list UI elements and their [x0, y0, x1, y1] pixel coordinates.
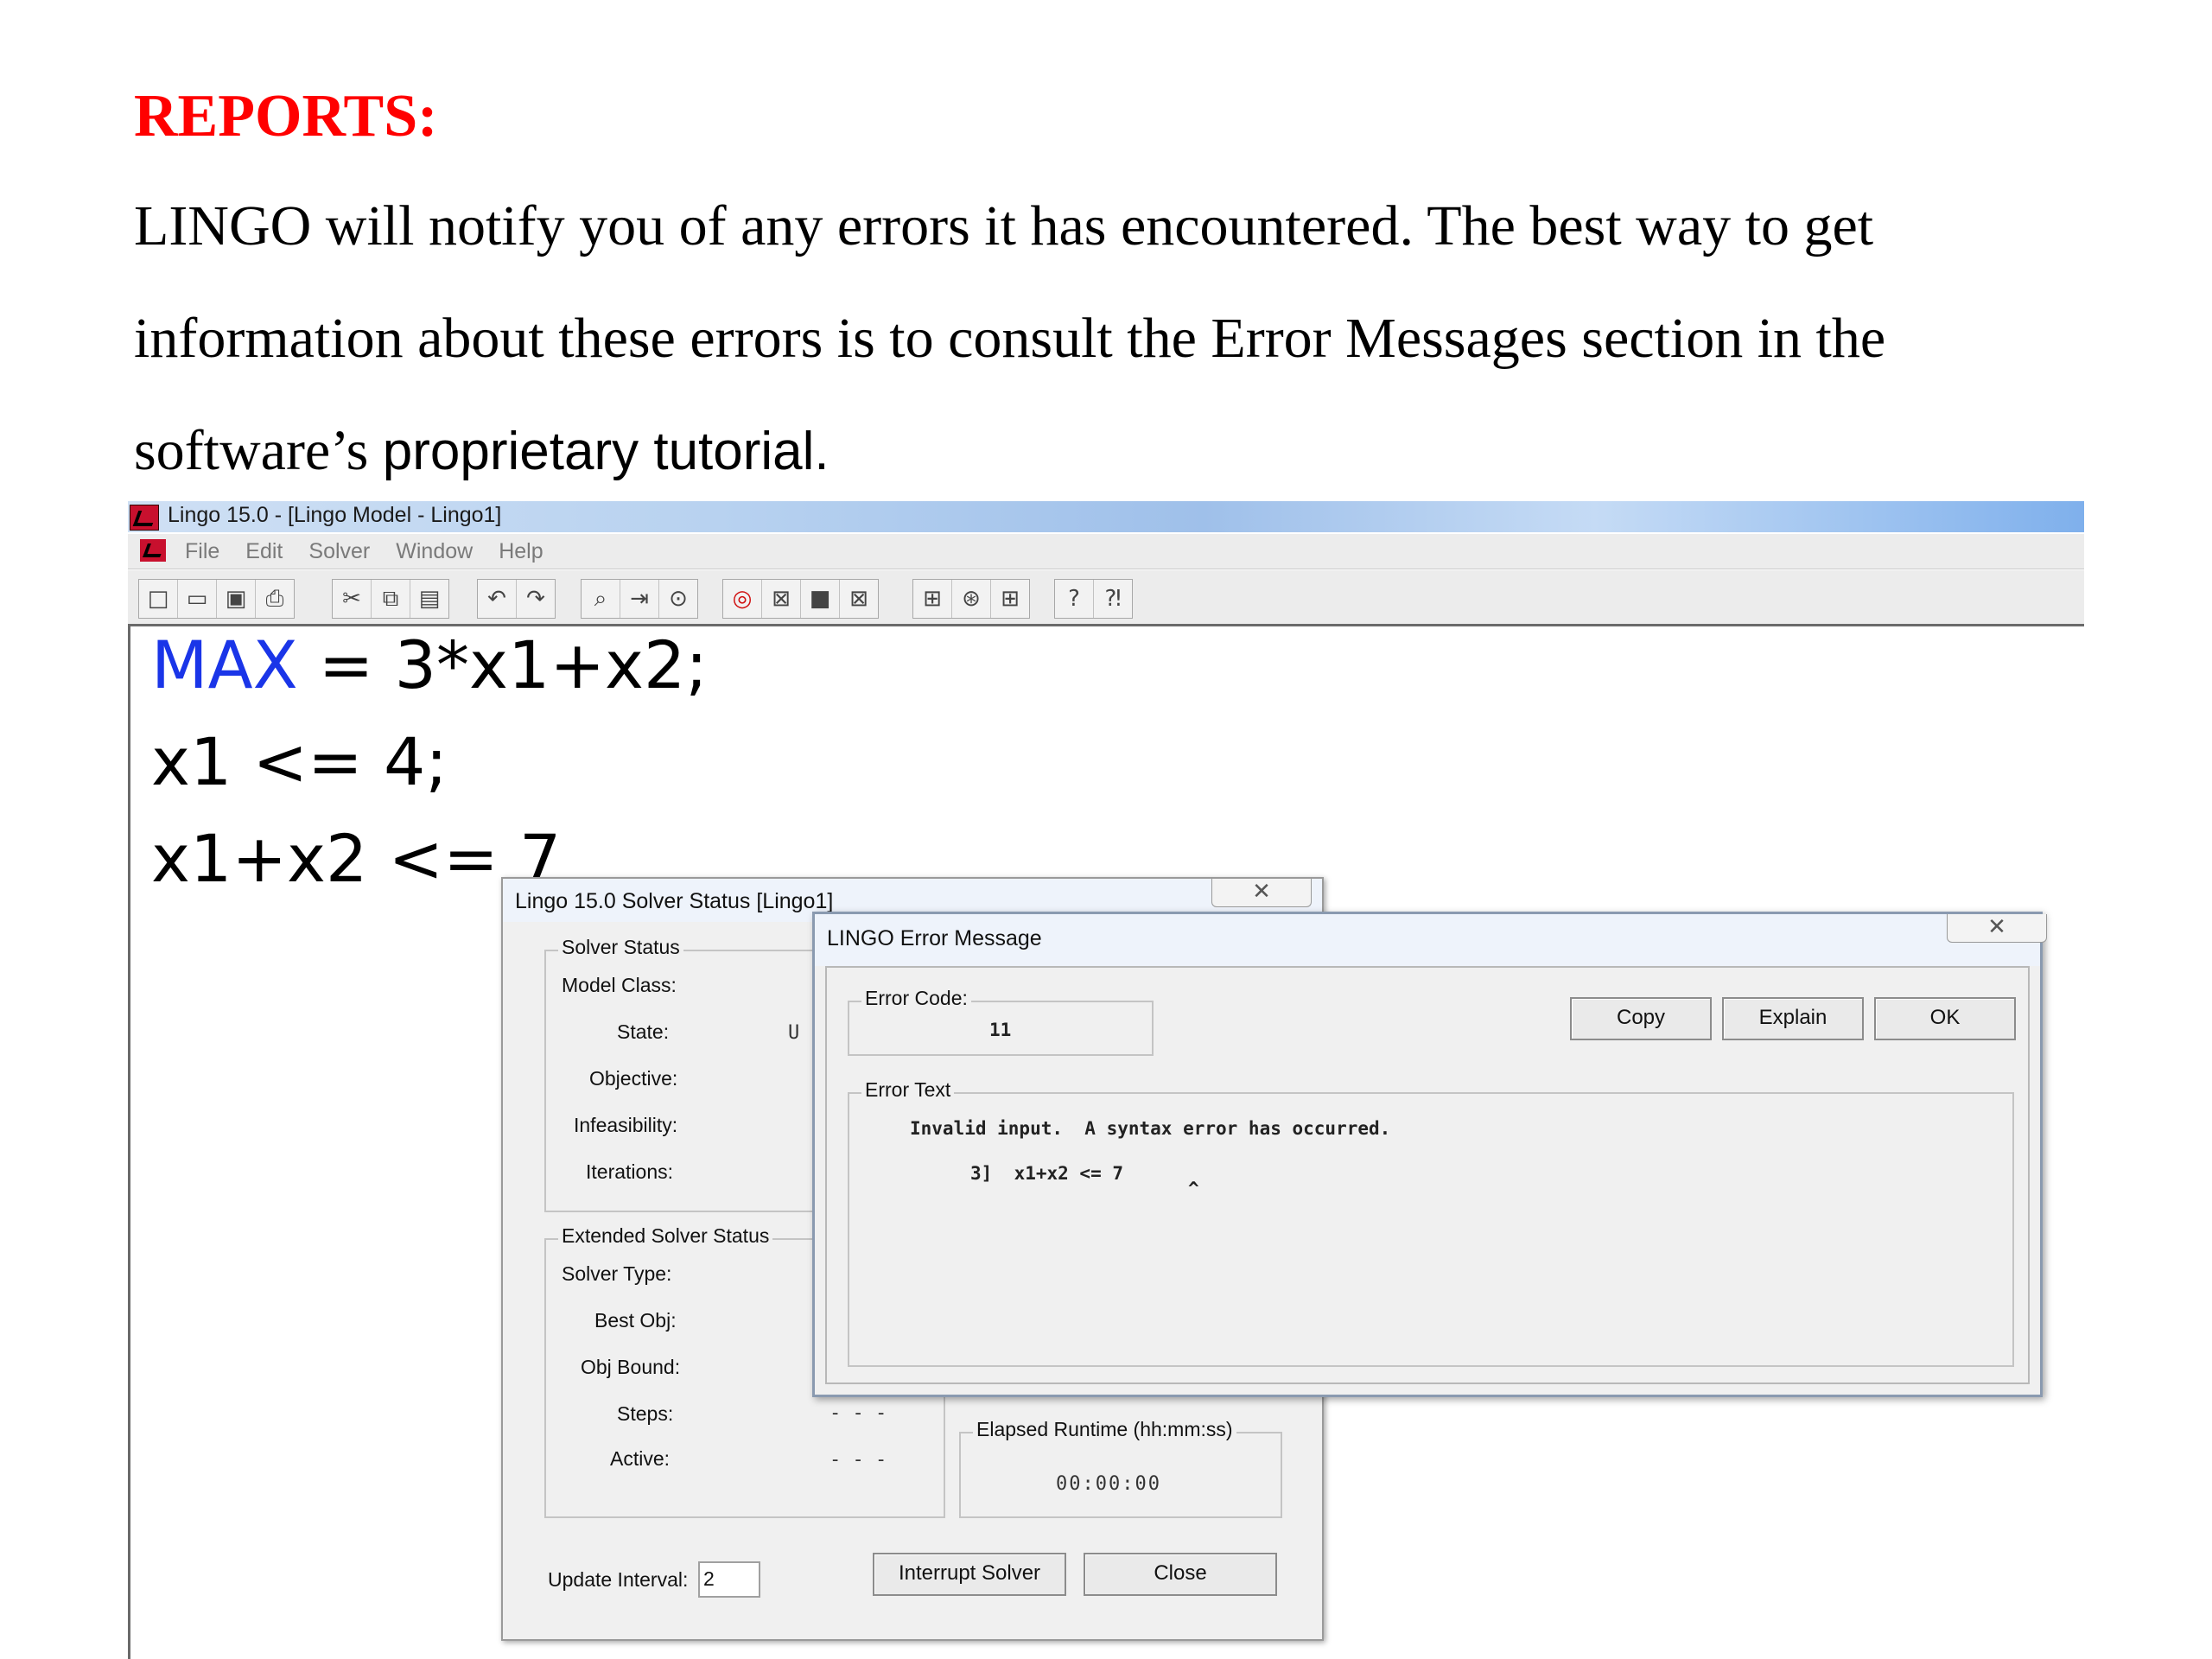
state-label: State:: [617, 1020, 670, 1043]
new-icon[interactable]: □: [139, 580, 178, 618]
solver-status-title: Lingo 15.0 Solver Status [Lingo1]: [515, 889, 834, 913]
error-dialog-body: Error Code: 11 Copy Explain OK Error Tex…: [825, 966, 2030, 1384]
model-class-label: Model Class:: [562, 974, 677, 996]
context-help-icon[interactable]: ⁈: [1094, 580, 1132, 618]
error-text-line-2: 3] x1+x2 <= 7: [970, 1163, 1124, 1184]
code-line-3: x1+x2 <= 7: [151, 820, 562, 897]
copy-icon[interactable]: ⧉: [372, 580, 410, 618]
toolbar-group-7: ? ⁈: [1054, 579, 1133, 619]
app-title: Lingo 15.0 - [Lingo Model - Lingo1]: [168, 503, 502, 527]
error-dialog-title: LINGO Error Message: [827, 926, 1042, 950]
options-icon[interactable]: ⊛: [952, 580, 991, 618]
menu-edit[interactable]: Edit: [245, 539, 283, 564]
tile-icon[interactable]: ⊞: [913, 580, 952, 618]
code-line-2: x1 <= 4;: [151, 723, 448, 800]
menu-help[interactable]: Help: [499, 539, 543, 564]
app-titlebar[interactable]: Lingo 15.0 - [Lingo Model - Lingo1]: [128, 501, 2084, 532]
redo-icon[interactable]: ↷: [517, 580, 555, 618]
paragraph-line-3-start: software’s: [134, 419, 369, 482]
toolbar-group-1: □ ▭ ▣ ⎙: [138, 579, 295, 619]
menu-file[interactable]: File: [185, 539, 219, 564]
state-value: U: [788, 1022, 800, 1044]
steps-value: - - -: [830, 1402, 887, 1424]
objective-label: Objective:: [589, 1067, 678, 1090]
error-code-label: Error Code:: [861, 987, 971, 1010]
print-icon[interactable]: ⎙: [256, 580, 294, 618]
error-message-dialog: LINGO Error Message ✕ Error Code: 11 Cop…: [812, 912, 2047, 1397]
error-dialog-titlebar[interactable]: LINGO Error Message: [815, 914, 2040, 966]
solver-status-group-label: Solver Status: [558, 936, 683, 959]
update-interval-label: Update Interval:: [548, 1568, 689, 1591]
error-text-caret: ^: [1188, 1179, 1199, 1199]
solver-close-button[interactable]: Close: [1084, 1553, 1277, 1596]
steps-label: Steps:: [617, 1402, 674, 1425]
active-value: - - -: [830, 1449, 887, 1471]
window-icon[interactable]: ⊞: [991, 580, 1029, 618]
best-obj-label: Best Obj:: [594, 1309, 677, 1332]
menu-window[interactable]: Window: [396, 539, 473, 564]
error-close-icon[interactable]: ✕: [1947, 914, 2047, 943]
goto-icon[interactable]: ⇥: [620, 580, 659, 618]
stop-icon[interactable]: ■: [801, 580, 840, 618]
code-line-1-rest: = 3*x1+x2;: [297, 626, 708, 703]
copy-button[interactable]: Copy: [1570, 997, 1712, 1040]
keyword-max: MAX: [151, 626, 298, 703]
infeasibility-label: Infeasibility:: [574, 1114, 678, 1136]
find-icon[interactable]: ⌕: [582, 580, 620, 618]
obj-bound-label: Obj Bound:: [581, 1356, 681, 1378]
save-icon[interactable]: ▣: [217, 580, 256, 618]
menu-bar: File Edit Solver Window Help: [128, 534, 2084, 569]
solver-close-icon[interactable]: ✕: [1211, 879, 1312, 907]
extended-solver-status-label: Extended Solver Status: [558, 1224, 773, 1248]
undo-icon[interactable]: ↶: [478, 580, 517, 618]
reports-heading: REPORTS:: [134, 83, 438, 149]
toolbar-group-5: ◎ ⊠ ■ ⊠: [722, 579, 879, 619]
paragraph-line-3: software’s proprietary tutorial.: [134, 416, 830, 486]
error-text-label: Error Text: [861, 1078, 955, 1102]
open-icon[interactable]: ▭: [178, 580, 217, 618]
active-label: Active:: [610, 1447, 671, 1470]
interrupt-solver-button[interactable]: Interrupt Solver: [873, 1553, 1066, 1596]
error-code-value: 11: [989, 1020, 1012, 1040]
cut-icon[interactable]: ✂: [333, 580, 372, 618]
close-all-icon[interactable]: ⊠: [840, 580, 878, 618]
update-interval-input[interactable]: 2: [698, 1561, 760, 1598]
lingo-logo-icon: [130, 505, 159, 531]
solve-icon[interactable]: ◎: [723, 580, 762, 618]
code-line-1: MAX = 3*x1+x2;: [151, 626, 708, 704]
paragraph-line-1: LINGO will notify you of any errors it h…: [134, 194, 1874, 257]
document-menu-icon[interactable]: [140, 539, 166, 562]
elapsed-runtime-label: Elapsed Runtime (hh:mm:ss): [973, 1418, 1236, 1441]
toolbar-group-2: ✂ ⧉ ▤: [332, 579, 449, 619]
match-paren-icon[interactable]: ⊙: [659, 580, 697, 618]
toolbar-group-3: ↶ ↷: [477, 579, 556, 619]
paragraph-line-3-tail: proprietary tutorial.: [382, 422, 830, 481]
solution-icon[interactable]: ⊠: [762, 580, 801, 618]
elapsed-runtime-value: 00:00:00: [1056, 1473, 1161, 1495]
explain-button[interactable]: Explain: [1722, 997, 1864, 1040]
iterations-label: Iterations:: [586, 1160, 673, 1183]
error-text-line-1: Invalid input. A syntax error has occurr…: [910, 1118, 1391, 1139]
paragraph-line-2: information about these errors is to con…: [134, 307, 1886, 370]
toolbar-group-4: ⌕ ⇥ ⊙: [581, 579, 698, 619]
toolbar: □ ▭ ▣ ⎙ ✂ ⧉ ▤ ↶ ↷ ⌕ ⇥ ⊙ ◎ ⊠ ■ ⊠ ⊞ ⊛ ⊞? ⁈: [128, 570, 2084, 626]
toolbar-group-6: ⊞ ⊛ ⊞: [912, 579, 1030, 619]
menu-solver[interactable]: Solver: [308, 539, 370, 564]
paste-icon[interactable]: ▤: [410, 580, 448, 618]
ok-button[interactable]: OK: [1874, 997, 2016, 1040]
solver-type-label: Solver Type:: [562, 1262, 672, 1285]
help-icon[interactable]: ?: [1055, 580, 1094, 618]
